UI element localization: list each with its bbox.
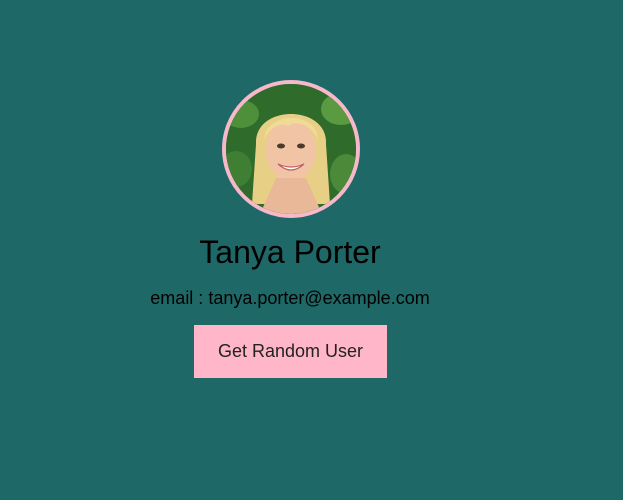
email-value: tanya.porter@example.com (208, 288, 430, 308)
get-random-user-button[interactable]: Get Random User (194, 325, 387, 378)
avatar (222, 80, 360, 218)
user-name: Tanya Porter (199, 234, 381, 270)
user-email: email : tanya.porter@example.com (0, 287, 580, 309)
user-card: Tanya Porter email : tanya.porter@exampl… (0, 0, 580, 500)
avatar-photo (226, 84, 356, 214)
email-label: email : (150, 288, 209, 308)
